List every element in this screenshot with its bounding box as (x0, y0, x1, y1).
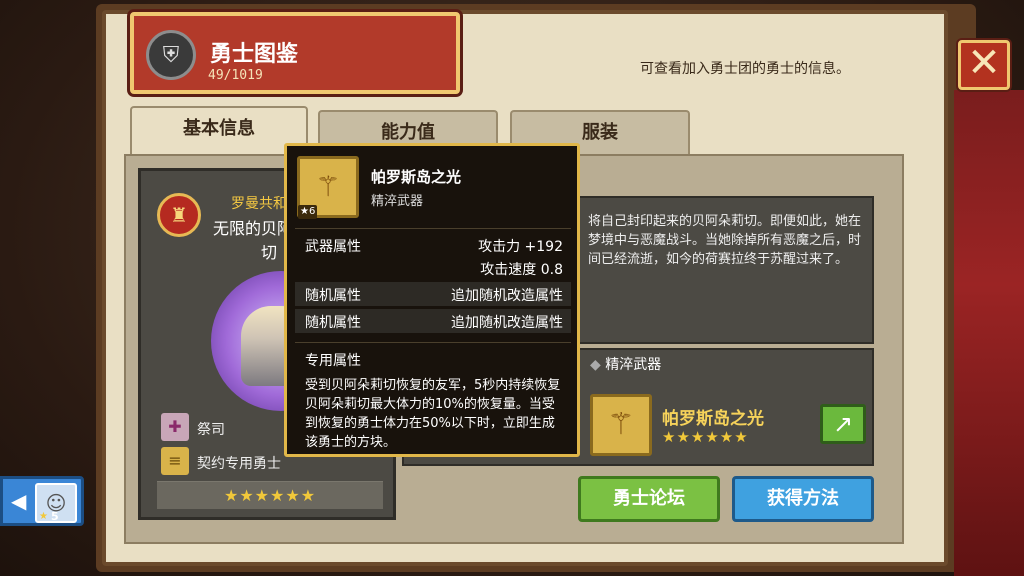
faction-emblem-icon: ♜ (157, 193, 201, 237)
weapon-name: 帕罗斯岛之光 (662, 409, 764, 429)
weapon-attr-label: 武器属性 (305, 239, 361, 255)
attack-speed-value: 攻击速度 0.8 (480, 262, 563, 278)
arrow-left-icon: ◀ (11, 489, 27, 513)
collection-count: 49/1019 (208, 68, 263, 83)
random-attr-value-1: 追加随机改造属性 (451, 288, 563, 304)
contract-scroll-icon: ≡ (161, 447, 189, 475)
party-toggle-button[interactable]: ◀ ☺ ★ 5 (0, 476, 84, 526)
red-ribbon (954, 90, 1024, 576)
page-title: 勇士图鉴 (210, 42, 299, 67)
priest-role-icon: ✚ (161, 413, 189, 441)
scepter-weapon-icon: ⚚ ★6 (297, 156, 359, 219)
close-button[interactable]: ✕ (958, 40, 1010, 90)
tooltip-weapon-type: 精淬武器 (371, 194, 424, 209)
weapon-section-label: 精淬武器 (605, 357, 662, 373)
hero-story: 将自己封印起来的贝阿朵莉切。即便如此，她在梦境中与恶魔战斗。当她除掉所有恶魔之后… (588, 214, 862, 267)
random-attr-value-2: 追加随机改造属性 (451, 315, 563, 331)
weapon-level-badge: ★6 (298, 205, 318, 219)
weapon-tooltip: ⚚ ★6 帕罗斯岛之光 精淬武器 武器属性 攻击力 +192 攻击速度 0.8 … (284, 143, 580, 457)
title-banner: ⛨ 勇士图鉴 49/1019 (130, 12, 460, 94)
hero-forum-button[interactable]: 勇士论坛 (578, 476, 720, 522)
weapon-star-rating: ★★★★★★ (662, 428, 749, 446)
helmet-icon: ⛨ (146, 30, 196, 80)
attack-value: 攻击力 +192 (478, 239, 563, 255)
random-attr-label-2: 随机属性 (305, 315, 361, 331)
divider (295, 228, 571, 229)
avatar-star-count: 5 (51, 510, 59, 523)
hero-contract: 契约专用勇士 (197, 456, 281, 472)
arrow-up-right-icon: ↗ (832, 410, 854, 438)
scepter-weapon-icon[interactable]: ⚚ (590, 394, 652, 456)
avatar-star-icon: ★ (39, 511, 48, 522)
how-to-obtain-button[interactable]: 获得方法 (732, 476, 874, 522)
hero-star-rating: ★★★★★★ (157, 481, 383, 509)
divider (295, 342, 571, 343)
header-description: 可查看加入勇士团的勇士的信息。 (640, 61, 850, 77)
exclusive-attr-label: 专用属性 (305, 353, 361, 369)
diamond-icon: ◆ (590, 357, 606, 373)
hero-faction: 罗曼共和 (231, 196, 287, 212)
tab-basic-info[interactable]: 基本信息 (130, 106, 308, 154)
random-attr-label-1: 随机属性 (305, 288, 361, 304)
tooltip-weapon-name: 帕罗斯岛之光 (371, 168, 462, 186)
weapon-link-button[interactable]: ↗ (820, 404, 866, 444)
exclusive-attr-description: 受到贝阿朵莉切恢复的友军，5秒内持续恢复贝阿朵莉切最大体力的10%的恢复量。当受… (305, 378, 561, 450)
hero-role: 祭司 (197, 422, 225, 438)
weapon-section-header: ◆ 精淬武器 (590, 354, 661, 374)
